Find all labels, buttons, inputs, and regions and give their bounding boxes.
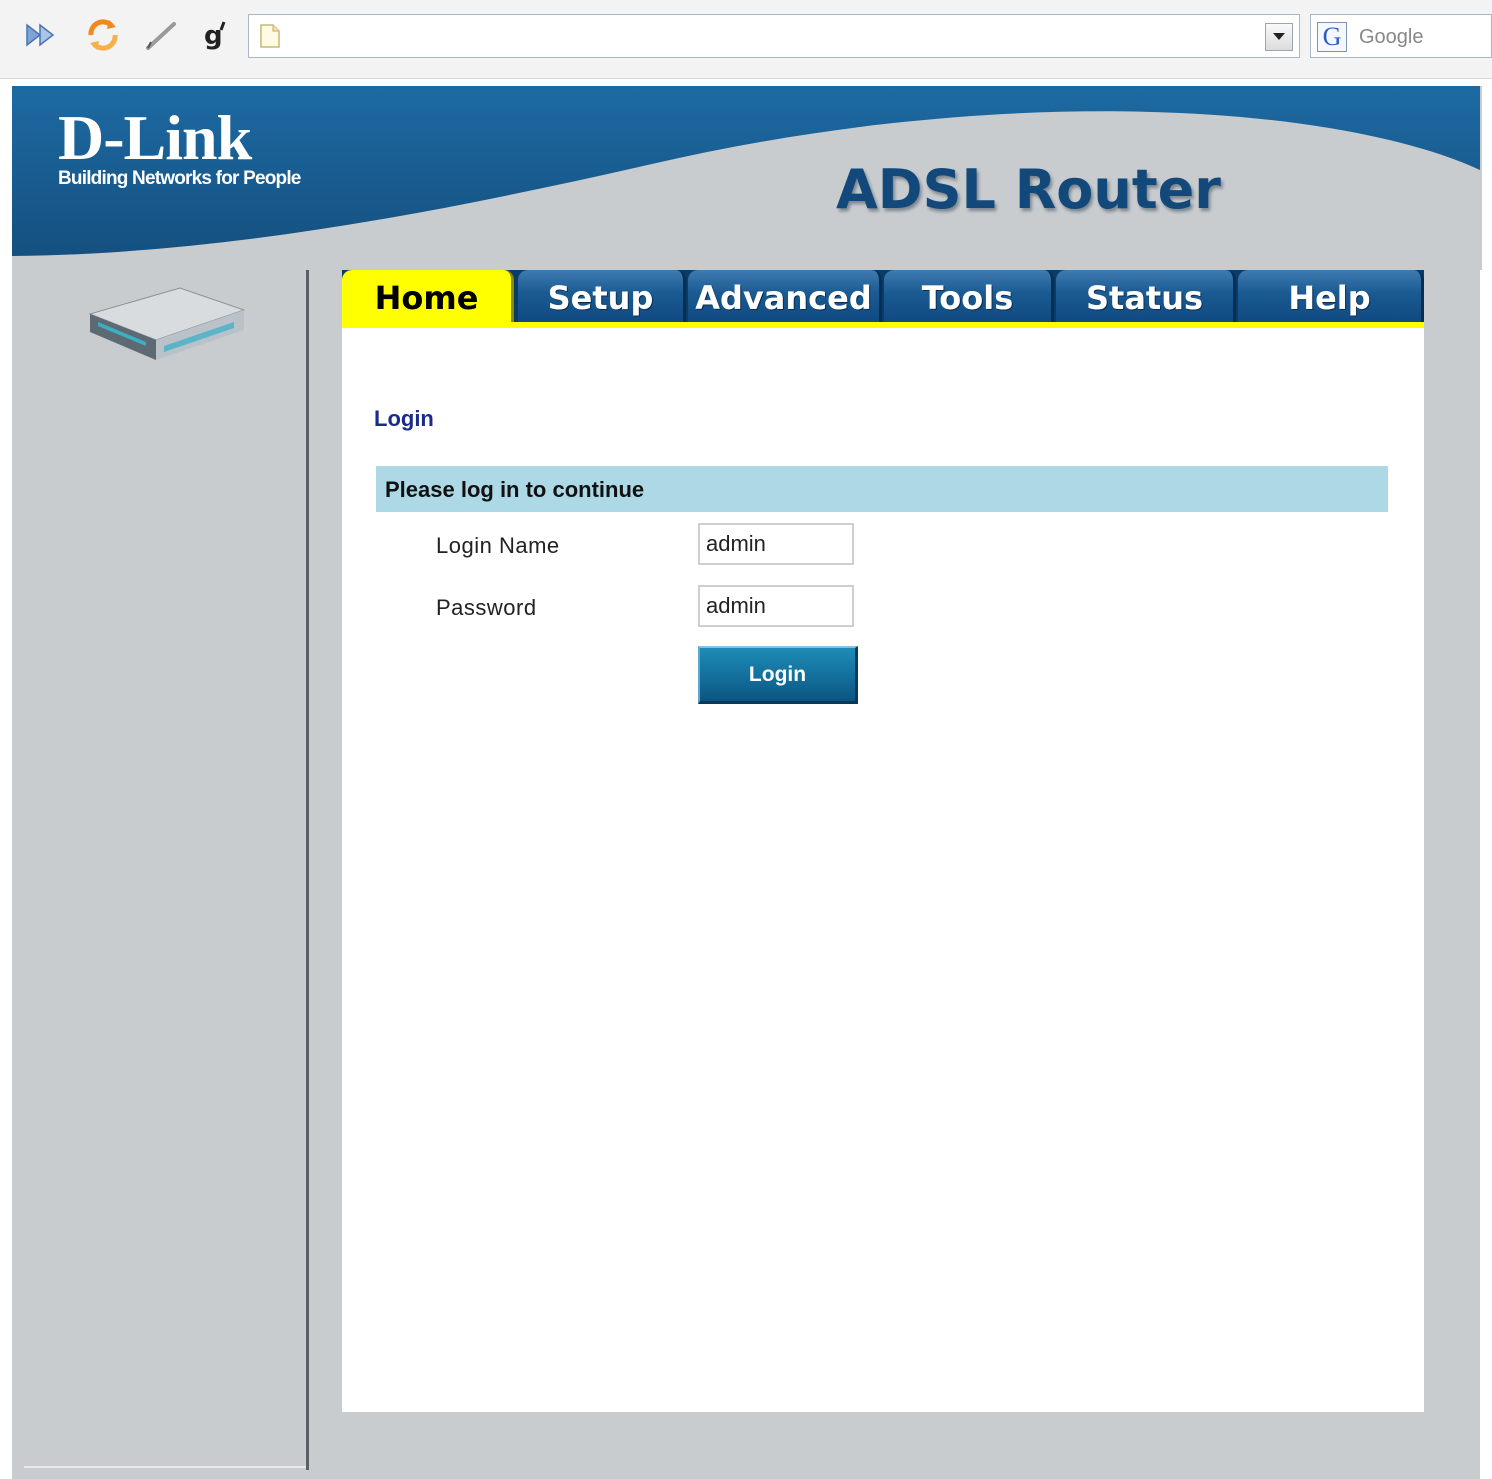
frame-edge — [1480, 270, 1492, 1479]
password-label: Password — [436, 595, 537, 620]
router-image — [88, 287, 246, 360]
login-name-label: Login Name — [436, 533, 560, 558]
search-placeholder: Google — [1359, 26, 1424, 48]
login-button[interactable]: Login — [698, 646, 858, 704]
page-icon — [259, 24, 281, 48]
password-input[interactable] — [698, 585, 854, 627]
tab-bar: Home Setup Advanced Tools Status Help — [342, 270, 1424, 328]
sidebar-bottom-line — [24, 1466, 306, 1468]
login-name-input[interactable] — [698, 523, 854, 565]
product-title: ADSL Router — [836, 158, 1221, 221]
page-title: Login — [374, 406, 434, 431]
tab-advanced[interactable]: Advanced — [688, 270, 882, 322]
dlink-logo: D-Link Building Networks for People — [58, 106, 301, 190]
tab-help[interactable]: Help — [1238, 270, 1424, 322]
svg-text:g: g — [204, 21, 223, 51]
pen-icon[interactable] — [142, 16, 180, 54]
section-header: Please log in to continue — [376, 466, 1388, 512]
main-content: Login Please log in to continue Login Na… — [342, 328, 1424, 1412]
brand-tagline: Building Networks for People — [58, 168, 301, 189]
browser-toolbar: g G Google — [0, 0, 1492, 79]
refresh-icon[interactable] — [84, 16, 122, 54]
sidebar-divider — [306, 270, 309, 1470]
forward-icon[interactable] — [22, 16, 60, 54]
address-bar[interactable] — [248, 14, 1300, 58]
section-header-text: Please log in to continue — [385, 477, 645, 502]
tab-status[interactable]: Status — [1056, 270, 1236, 322]
tab-setup[interactable]: Setup — [518, 270, 686, 322]
search-box[interactable]: G Google — [1310, 14, 1492, 58]
address-dropdown-icon[interactable] — [1265, 23, 1293, 51]
tab-tools[interactable]: Tools — [884, 270, 1054, 322]
google-icon: G — [1317, 22, 1347, 52]
tab-home[interactable]: Home — [342, 270, 514, 328]
brand-name: D-Link — [58, 102, 252, 173]
g-tool-icon[interactable]: g — [198, 16, 236, 54]
